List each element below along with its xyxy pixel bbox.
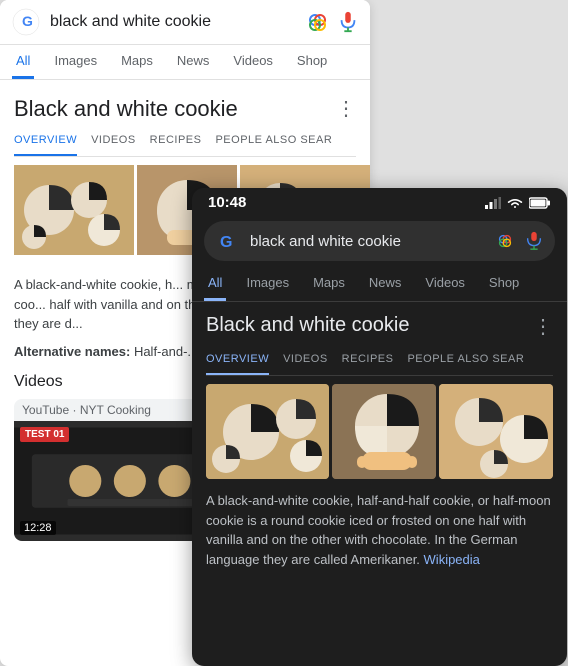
test-badge: TEST 01 [20, 427, 69, 442]
video-duration-back: 12:28 [20, 521, 56, 535]
google-logo-back: G [12, 8, 40, 36]
tab-all-front[interactable]: All [204, 267, 226, 301]
kp-tab-videos-front[interactable]: VIDEOS [283, 345, 328, 375]
battery-icon [529, 197, 551, 209]
svg-text:G: G [220, 234, 232, 251]
tab-images-back[interactable]: Images [50, 45, 101, 79]
search-bar-front[interactable]: G [204, 221, 555, 261]
nav-tabs-back: All Images Maps News Videos Shop [0, 45, 370, 80]
google-logo-front: G [216, 229, 240, 253]
foreground-card: 10:48 G [192, 188, 567, 666]
cookie-img-svg-2 [332, 384, 436, 479]
cookie-img-svg-1 [206, 384, 329, 479]
kp-tab-people-back[interactable]: PEOPLE ALSO SEAR [215, 126, 332, 156]
kp-tab-videos-back[interactable]: VIDEOS [91, 126, 136, 156]
tab-maps-back[interactable]: Maps [117, 45, 157, 79]
kp-title-row: Black and white cookie ⋮ [206, 314, 553, 339]
kp-tabs-front: OVERVIEW VIDEOS RECIPES PEOPLE ALSO SEAR [206, 345, 553, 376]
tab-images-front[interactable]: Images [242, 267, 293, 301]
kp-title-front: Black and white cookie [206, 314, 409, 337]
kp-tab-overview-back[interactable]: OVERVIEW [14, 126, 77, 156]
search-input-front[interactable] [250, 233, 485, 250]
tab-all-back[interactable]: All [12, 45, 34, 79]
images-grid-front [206, 384, 553, 479]
wikipedia-link[interactable]: Wikipedia [424, 552, 480, 567]
kp-tab-recipes-front[interactable]: RECIPES [342, 345, 394, 375]
cookie-svg-1 [14, 165, 134, 255]
lens-icon-front[interactable] [495, 231, 515, 251]
cookie-img-svg-3 [439, 384, 553, 479]
kp-tab-overview-front[interactable]: OVERVIEW [206, 345, 269, 375]
tab-news-front[interactable]: News [365, 267, 406, 301]
tab-videos-front[interactable]: Videos [421, 267, 469, 301]
search-input-back[interactable] [50, 13, 296, 31]
status-time: 10:48 [208, 194, 246, 211]
mic-icon-front[interactable] [525, 231, 543, 251]
cookie-image-3-front[interactable] [439, 384, 553, 479]
status-icons [485, 197, 551, 209]
search-bar-back: G [0, 0, 370, 45]
tab-shop-front[interactable]: Shop [485, 267, 523, 301]
kp-menu-front[interactable]: ⋮ [533, 314, 553, 339]
wifi-icon [507, 197, 523, 209]
kp-menu-back[interactable]: ⋮ [336, 96, 356, 121]
kp-tab-people-front[interactable]: PEOPLE ALSO SEAR [407, 345, 524, 375]
cookie-image-2-front[interactable] [332, 384, 436, 479]
knowledge-panel-front: Black and white cookie ⋮ OVERVIEW VIDEOS… [192, 302, 567, 583]
cookie-image-1-back[interactable] [14, 165, 134, 255]
search-icons-back [306, 11, 358, 33]
tab-maps-front[interactable]: Maps [309, 267, 349, 301]
tab-videos-back[interactable]: Videos [229, 45, 277, 79]
status-bar: 10:48 [192, 188, 567, 215]
tab-news-back[interactable]: News [173, 45, 214, 79]
mic-icon-back[interactable] [338, 11, 358, 33]
kp-tab-recipes-back[interactable]: RECIPES [150, 126, 202, 156]
description-front: A black-and-white cookie, half-and-half … [206, 491, 553, 569]
svg-text:G: G [22, 13, 33, 29]
nav-tabs-front: All Images Maps News Videos Shop [192, 267, 567, 302]
tab-shop-back[interactable]: Shop [293, 45, 331, 79]
signal-icon [485, 197, 501, 209]
lens-icon-back[interactable] [306, 11, 328, 33]
alt-names-label: Alternative names: [14, 344, 130, 359]
kp-tabs-back: OVERVIEW VIDEOS RECIPES PEOPLE ALSO SEAR [14, 126, 356, 157]
cookie-image-1-front[interactable] [206, 384, 329, 479]
front-scrollable-content[interactable]: Black and white cookie ⋮ OVERVIEW VIDEOS… [192, 302, 567, 583]
kp-title-back: Black and white cookie [14, 96, 238, 122]
